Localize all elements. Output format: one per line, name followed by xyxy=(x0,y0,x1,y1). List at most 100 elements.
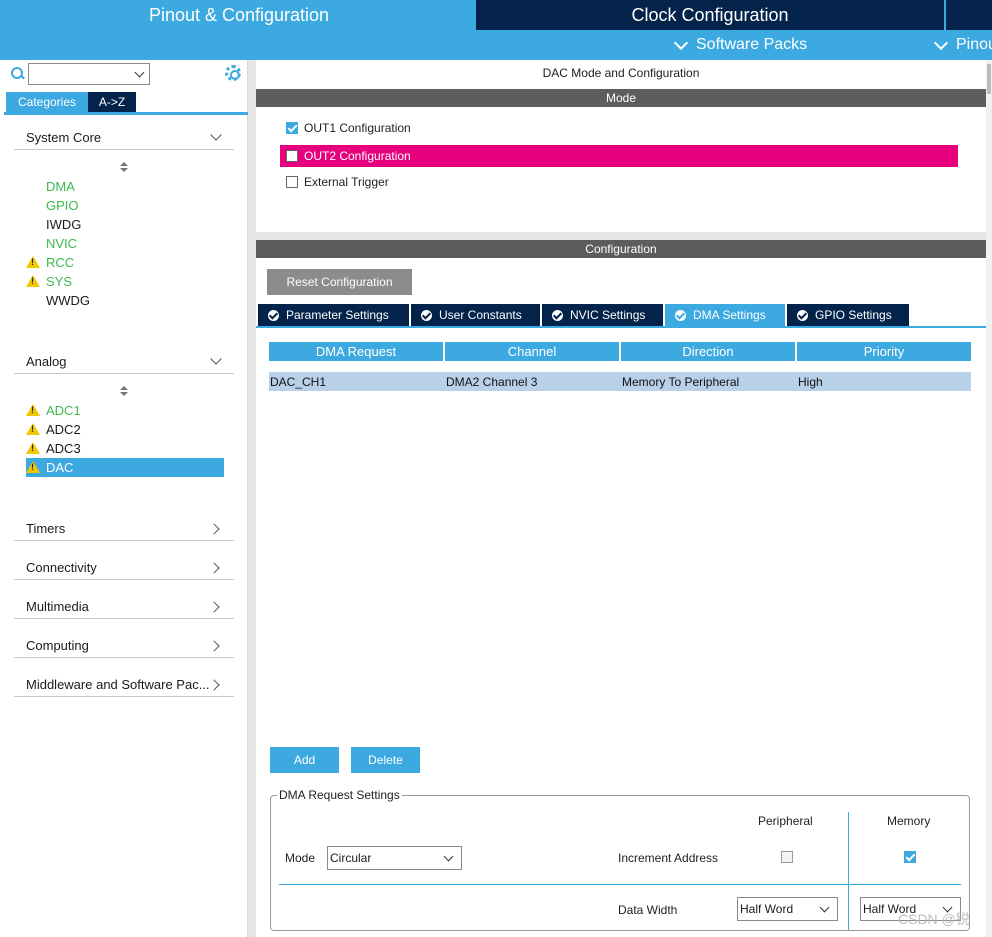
out1-checkbox[interactable] xyxy=(286,122,298,134)
tab-underline xyxy=(4,112,248,115)
tab-a-to-z[interactable]: A->Z xyxy=(88,92,136,112)
option-out1[interactable]: OUT1 Configuration xyxy=(286,118,411,138)
check-circle-icon xyxy=(675,309,686,321)
tab-categories[interactable]: Categories xyxy=(6,92,88,112)
column-header-priority[interactable]: Priority xyxy=(797,342,971,361)
dma-request-settings-legend: DMA Request Settings xyxy=(277,788,402,802)
chevron-down-icon xyxy=(673,35,689,50)
section-system-core[interactable]: System Core xyxy=(14,126,234,150)
column-header-dma-request[interactable]: DMA Request xyxy=(269,342,443,361)
chevron-right-icon xyxy=(208,679,220,691)
section-connectivity-label: Connectivity xyxy=(26,560,97,575)
tab-user-constants[interactable]: User Constants xyxy=(411,304,540,326)
sidebar-item-rcc[interactable]: RCC xyxy=(26,253,224,272)
chevron-down-icon[interactable] xyxy=(134,67,145,78)
tab-dma-settings-label: DMA Settings xyxy=(693,308,766,322)
sidebar-item-iwdg[interactable]: IWDG xyxy=(26,215,224,234)
option-external-trigger[interactable]: External Trigger xyxy=(286,172,389,192)
warning-icon xyxy=(26,442,40,455)
check-circle-icon xyxy=(268,309,279,321)
chevron-right-icon xyxy=(208,523,220,535)
add-button[interactable]: Add xyxy=(270,747,339,773)
sidebar-item-adc3[interactable]: ADC3 xyxy=(26,439,224,458)
dma-table: DMA Request Channel Direction Priority D… xyxy=(269,342,971,391)
search-input[interactable] xyxy=(28,63,150,85)
sidebar-item-label: NVIC xyxy=(46,236,78,251)
warning-icon xyxy=(26,423,40,436)
memory-column-label: Memory xyxy=(887,814,931,828)
tab-dma-settings[interactable]: DMA Settings xyxy=(665,304,785,326)
configuration-header: Configuration xyxy=(256,240,986,258)
sidebar-splitter[interactable] xyxy=(248,60,256,937)
data-width-label: Data Width xyxy=(618,903,678,917)
section-timers[interactable]: Timers xyxy=(14,517,234,541)
sort-icon[interactable] xyxy=(120,162,128,174)
out1-label: OUT1 Configuration xyxy=(304,121,411,135)
search-icon[interactable] xyxy=(10,66,26,82)
column-divider xyxy=(848,812,849,930)
sidebar-item-gpio[interactable]: GPIO xyxy=(26,196,224,215)
column-header-channel[interactable]: Channel xyxy=(445,342,619,361)
watermark: CSDN @锐 xyxy=(898,911,970,927)
pinout-menu[interactable]: Pinout xyxy=(933,34,992,56)
increment-address-label: Increment Address xyxy=(618,851,719,865)
section-middleware[interactable]: Middleware and Software Pac... xyxy=(14,673,234,697)
table-row[interactable]: DAC_CH1 DMA2 Channel 3 Memory To Periphe… xyxy=(269,372,971,391)
sort-icon[interactable] xyxy=(120,386,128,398)
column-header-direction[interactable]: Direction xyxy=(621,342,795,361)
chevron-right-icon xyxy=(208,640,220,652)
tab-gpio-settings-label: GPIO Settings xyxy=(815,308,892,322)
tab-parameter-settings[interactable]: Parameter Settings xyxy=(258,304,409,326)
section-divider[interactable] xyxy=(256,232,986,240)
tab-pinout-configuration[interactable]: Pinout & Configuration xyxy=(4,0,474,30)
tab-clock-configuration[interactable]: Clock Configuration xyxy=(476,0,944,30)
option-out2[interactable]: OUT2 Configuration xyxy=(280,145,958,167)
sidebar-item-label: ADC2 xyxy=(46,422,81,437)
cell-dma-request[interactable]: DAC_CH1 xyxy=(269,372,443,391)
sidebar-item-dma[interactable]: DMA xyxy=(26,177,224,196)
warning-icon xyxy=(26,256,40,269)
pinout-menu-label: Pinout xyxy=(956,36,992,53)
section-analog[interactable]: Analog xyxy=(14,350,234,374)
software-packs-menu[interactable]: Software Packs xyxy=(673,34,807,56)
external-trigger-checkbox[interactable] xyxy=(286,176,298,188)
sidebar-item-label: GPIO xyxy=(46,198,79,213)
delete-button[interactable]: Delete xyxy=(351,747,420,773)
sidebar-item-nvic[interactable]: NVIC xyxy=(26,234,224,253)
category-tabs: Categories A->Z xyxy=(6,92,136,112)
section-connectivity[interactable]: Connectivity xyxy=(14,556,234,580)
section-multimedia[interactable]: Multimedia xyxy=(14,595,234,619)
mode-select[interactable]: Circular xyxy=(327,846,462,870)
tab-user-constants-label: User Constants xyxy=(439,308,522,322)
check-circle-icon xyxy=(421,309,432,321)
main-scrollbar[interactable] xyxy=(986,60,992,937)
out2-checkbox[interactable] xyxy=(286,150,298,162)
increment-peripheral-checkbox[interactable] xyxy=(781,851,793,863)
tab-nvic-settings[interactable]: NVIC Settings xyxy=(542,304,663,326)
sidebar-item-wwdg[interactable]: WWDG xyxy=(26,291,224,310)
panel-title: DAC Mode and Configuration xyxy=(542,66,700,80)
tab-gpio-settings[interactable]: GPIO Settings xyxy=(787,304,909,326)
gear-icon[interactable] xyxy=(225,65,241,81)
mode-select-value: Circular xyxy=(330,851,372,865)
chevron-down-icon xyxy=(819,902,830,913)
reset-configuration-button[interactable]: Reset Configuration xyxy=(267,269,412,295)
sidebar-item-sys[interactable]: SYS xyxy=(26,272,224,291)
cell-priority[interactable]: High xyxy=(797,372,971,391)
section-multimedia-label: Multimedia xyxy=(26,599,89,614)
warning-icon xyxy=(26,461,40,474)
peripheral-data-width-select[interactable]: Half Word xyxy=(737,897,838,921)
out2-label: OUT2 Configuration xyxy=(304,149,411,163)
scrollbar-thumb[interactable] xyxy=(987,64,991,94)
sidebar-item-adc2[interactable]: ADC2 xyxy=(26,420,224,439)
section-computing[interactable]: Computing xyxy=(14,634,234,658)
sidebar-item-dac[interactable]: DAC xyxy=(26,458,224,477)
sidebar-item-adc1[interactable]: ADC1 xyxy=(26,401,224,420)
sidebar-item-label: DAC xyxy=(46,460,74,475)
section-timers-label: Timers xyxy=(26,521,66,536)
cell-channel[interactable]: DMA2 Channel 3 xyxy=(445,372,619,391)
external-trigger-label: External Trigger xyxy=(304,175,389,189)
increment-memory-checkbox[interactable] xyxy=(904,851,916,863)
cell-direction[interactable]: Memory To Peripheral xyxy=(621,372,795,391)
tab-overflow[interactable] xyxy=(946,0,992,30)
